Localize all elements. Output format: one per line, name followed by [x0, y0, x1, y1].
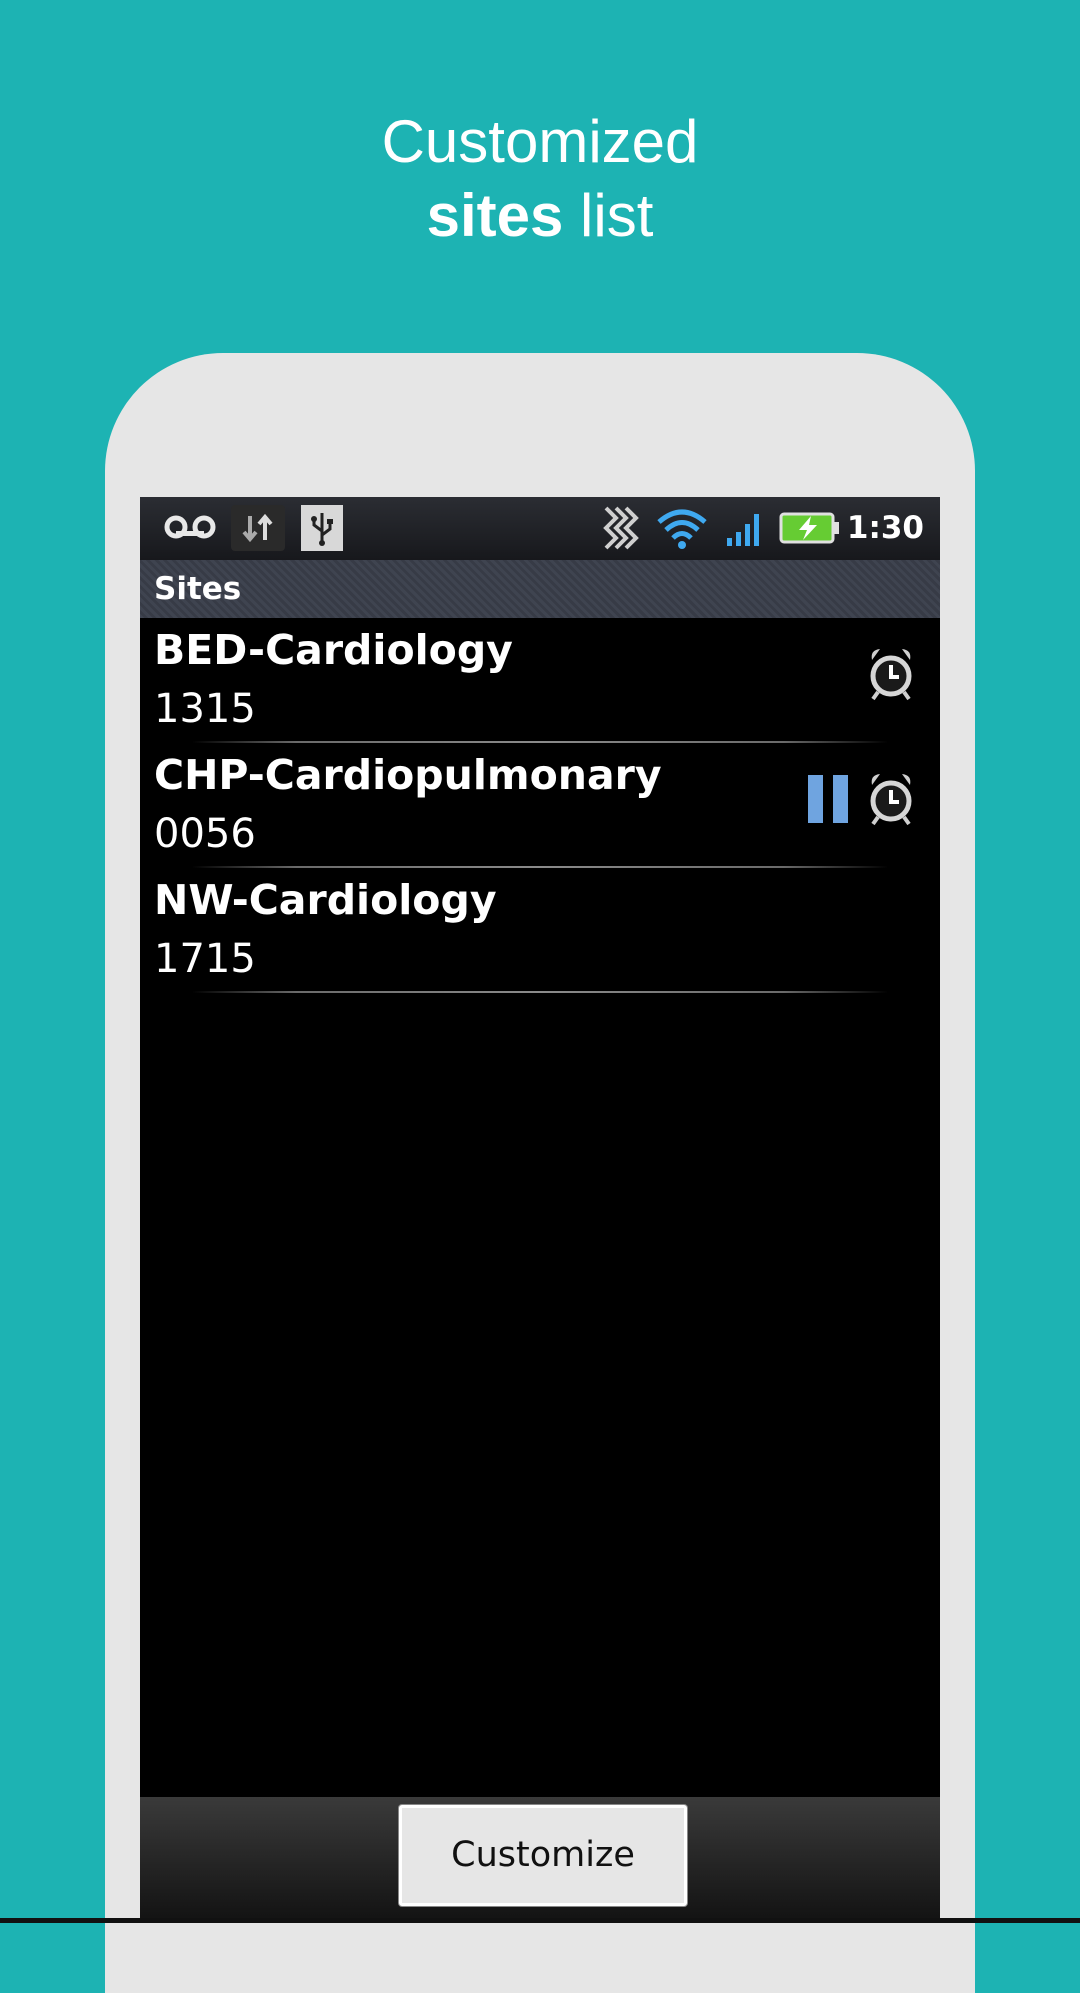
site-status-icons: [806, 771, 916, 831]
site-name: BED-Cardiology: [154, 626, 513, 674]
site-name: CHP-Cardiopulmonary: [154, 751, 662, 799]
alarm-clock-icon: [866, 771, 916, 831]
data-sync-icon: [231, 505, 285, 551]
headline-bold-word: sites: [426, 182, 564, 249]
list-item[interactable]: NW-Cardiology 1715: [140, 868, 940, 993]
site-status-icons: [866, 646, 916, 706]
site-code: 1715: [154, 936, 256, 982]
site-code: 1315: [154, 686, 256, 732]
sites-list: BED-Cardiology 1315 CHP-Cardiopulmonary …: [140, 618, 940, 993]
row-divider: [192, 991, 888, 993]
headline-line-1: Customized: [381, 108, 699, 175]
customize-button[interactable]: Customize: [399, 1805, 687, 1906]
wifi-icon: [654, 505, 710, 551]
promo-headline: Customized sites list: [0, 105, 1080, 253]
site-name: NW-Cardiology: [154, 876, 497, 924]
list-item[interactable]: BED-Cardiology 1315: [140, 618, 940, 743]
app-title-bar: Sites: [140, 560, 940, 618]
status-time: 1:30: [846, 510, 924, 546]
usb-icon: [301, 505, 343, 551]
page-title: Sites: [154, 571, 242, 607]
pause-icon: [806, 773, 850, 829]
battery-charging-icon: [778, 505, 842, 551]
alarm-clock-icon: [866, 646, 916, 706]
bottom-edge: [0, 1918, 1080, 1923]
vibrate-icon: [599, 505, 641, 551]
bottom-action-bar: Customize: [140, 1797, 940, 1923]
phone-screen: 1:30 Sites BED-Cardiology 1315 CHP-Cardi…: [140, 497, 940, 1923]
voicemail-icon: [162, 505, 218, 551]
headline-rest: list: [563, 182, 654, 249]
list-item[interactable]: CHP-Cardiopulmonary 0056: [140, 743, 940, 868]
headline-line-2: sites list: [0, 179, 1080, 253]
status-bar: 1:30: [140, 497, 940, 561]
site-code: 0056: [154, 811, 256, 857]
signal-icon: [725, 505, 765, 551]
